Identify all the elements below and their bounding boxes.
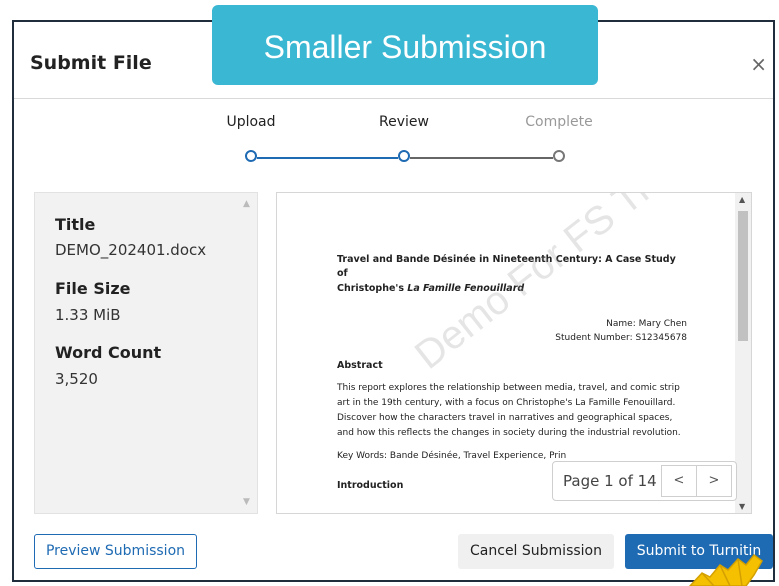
author-name: Name: Mary Chen (606, 318, 687, 329)
document-title-line2: Christophe's (337, 282, 408, 294)
preview-scrollbar[interactable]: ▲ ▼ (735, 193, 751, 513)
previous-page-button[interactable]: < (661, 465, 697, 497)
title-value: DEMO_202401.docx (55, 241, 207, 259)
word-count-value: 3,520 (55, 370, 98, 388)
submit-file-dialog: Submit File × Upload Review Complete Tit… (12, 20, 775, 582)
student-number: Student Number: S12345678 (555, 332, 687, 343)
step-connector-pending (410, 157, 553, 159)
preview-submission-button[interactable]: Preview Submission (34, 534, 197, 569)
document-preview[interactable]: Travel and Bande Désinée in Nineteenth C… (276, 192, 752, 514)
dialog-title: Submit File (30, 52, 152, 74)
file-info-panel: Title DEMO_202401.docx File Size 1.33 Mi… (34, 192, 258, 514)
pointer-hand-icon (688, 553, 763, 586)
close-icon[interactable]: × (750, 52, 767, 76)
progress-stepper: Upload Review Complete (14, 114, 773, 194)
step-review-label: Review (379, 114, 429, 130)
page-indicator: Page 1 of 14 (563, 472, 657, 490)
step-complete-node (553, 150, 565, 162)
page-navigator: Page 1 of 14 < > (552, 461, 737, 501)
step-review-node (398, 150, 410, 162)
file-size-label: File Size (55, 279, 131, 298)
file-size-value: 1.33 MiB (55, 306, 121, 324)
title-label: Title (55, 215, 96, 234)
word-count-label: Word Count (55, 343, 162, 362)
step-upload-label: Upload (226, 114, 276, 130)
abstract-text: This report explores the relationship be… (337, 383, 681, 438)
smaller-submission-banner: Smaller Submission (212, 5, 598, 85)
next-page-button[interactable]: > (696, 465, 732, 497)
scroll-down-icon[interactable]: ▼ (739, 502, 745, 511)
scroll-up-icon[interactable]: ▲ (739, 195, 745, 204)
scroll-down-icon[interactable]: ▼ (243, 497, 250, 507)
step-connector-done (257, 157, 398, 159)
cancel-submission-button[interactable]: Cancel Submission (458, 534, 614, 569)
author-block: Name: Mary Chen Student Number: S1234567… (337, 318, 687, 346)
step-upload-node (245, 150, 257, 162)
scroll-up-icon[interactable]: ▲ (243, 199, 250, 209)
abstract-heading: Abstract (337, 359, 383, 371)
step-complete-label: Complete (525, 114, 593, 130)
scrollbar-thumb[interactable] (738, 211, 748, 341)
